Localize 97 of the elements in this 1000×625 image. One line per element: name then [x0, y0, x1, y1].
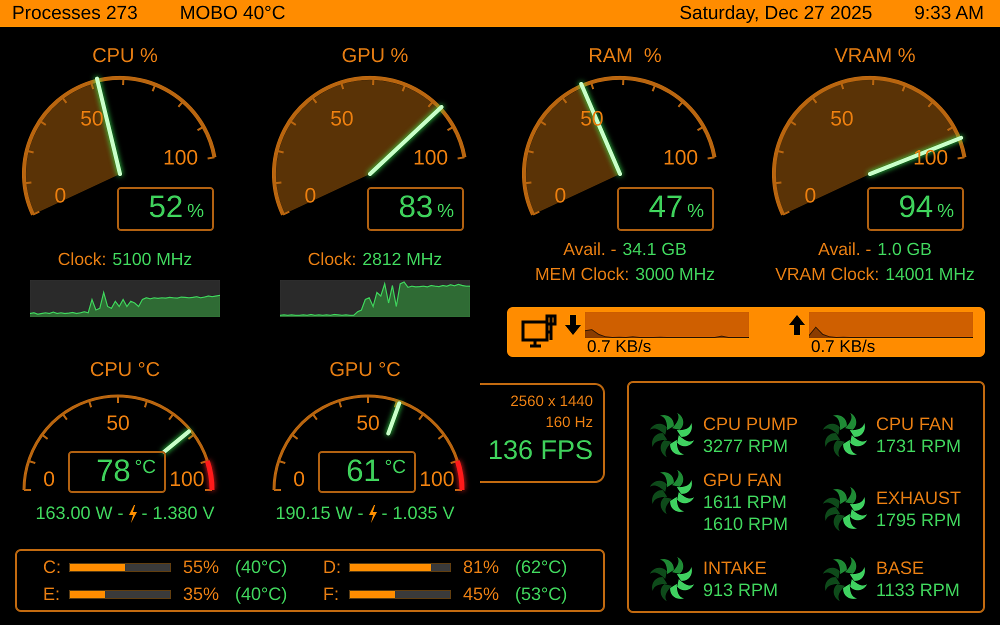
- readout-value: 47: [648, 189, 684, 225]
- usage-percent: 81%: [463, 556, 500, 578]
- fan-name: BASE: [876, 557, 926, 579]
- power-reading: 163.00 W -: [35, 503, 124, 524]
- voltage-reading: - 1.035 V: [382, 503, 455, 524]
- info-label: Clock:: [58, 248, 106, 271]
- upload-arrow-icon: [789, 315, 805, 335]
- fan-name: EXHAUST: [876, 487, 962, 509]
- tick-label: 100: [419, 468, 454, 491]
- process-count: Processes 273: [12, 2, 138, 24]
- fan-speed: 913 RPM: [703, 579, 778, 601]
- resolution-text: 2560 x 1440: [510, 393, 593, 410]
- drive-letter: F:: [323, 584, 340, 604]
- fan-speed: 1795 RPM: [876, 509, 962, 531]
- gauge-title: VRAM %: [834, 44, 916, 69]
- clock-time: 9:33 AM: [914, 2, 984, 24]
- tick-label: 50: [80, 108, 104, 131]
- fan-name: GPU FAN: [703, 469, 784, 491]
- drive-temperature: (40°C): [235, 584, 288, 604]
- readout-unit: °C: [134, 457, 156, 479]
- tick-label: 50: [356, 412, 380, 435]
- info-value: 2812 MHz: [362, 248, 442, 271]
- fan-icon: [649, 469, 695, 515]
- fan-icon: [822, 412, 868, 458]
- readout-unit: °C: [384, 457, 406, 479]
- power-reading: 190.15 W -: [275, 503, 364, 524]
- fan-speed: 1611 RPM: [703, 491, 788, 513]
- fan-icon: [822, 486, 868, 532]
- fan-icon: [649, 412, 695, 458]
- drive-temperature: (40°C): [235, 556, 288, 578]
- readout-unit: %: [687, 201, 704, 223]
- readout-unit: %: [187, 201, 204, 223]
- danger-zone: [205, 460, 214, 490]
- drive-temperature: (53°C): [515, 584, 568, 604]
- board-temperature: MOBO 40°C: [180, 2, 286, 24]
- gauge-title: GPU %: [342, 44, 408, 69]
- tick-label: 100: [169, 468, 204, 491]
- gauge-title: CPU %: [92, 44, 158, 69]
- info-value: 5100 MHz: [112, 248, 192, 271]
- fan-icon: [822, 556, 868, 602]
- tick-label: 0: [43, 468, 55, 491]
- tick-label: 100: [913, 146, 948, 170]
- readout-unit: %: [437, 201, 454, 223]
- info-value: 34.1 GB: [622, 238, 687, 261]
- refresh-rate: 160 Hz: [545, 414, 593, 431]
- drive-letter: C:: [43, 556, 62, 578]
- info-value: 3000 MHz: [635, 263, 716, 286]
- gauge-title: CPU °C: [90, 358, 160, 383]
- info-value: 1.0 GB: [877, 238, 932, 261]
- fan-speed: 3277 RPM: [703, 435, 790, 457]
- drive-letter: E:: [43, 584, 62, 604]
- usage-percent: 55%: [183, 556, 220, 578]
- readout-value: 94: [898, 189, 934, 225]
- fps-reading: 136 FPS: [488, 435, 593, 466]
- drive-letter: D:: [323, 556, 342, 578]
- tick-label: 0: [304, 184, 316, 208]
- tick-label: 0: [293, 468, 305, 491]
- fan-speed: 1610 RPM: [703, 513, 788, 535]
- tick-label: 50: [830, 108, 854, 131]
- lightning-icon: [128, 504, 138, 522]
- readout-value: 78: [96, 453, 131, 489]
- fan-icon: [649, 556, 695, 602]
- download-arrow-icon: [565, 315, 581, 335]
- info-label: Avail. -: [563, 238, 616, 261]
- tick-label: 50: [106, 412, 130, 435]
- tick-label: 100: [413, 146, 448, 170]
- danger-zone: [455, 460, 464, 490]
- usage-percent: 45%: [463, 584, 500, 604]
- info-label: VRAM Clock:: [775, 263, 880, 286]
- lightning-icon: [368, 504, 378, 522]
- gauge-title: GPU °C: [329, 358, 401, 383]
- tick-label: 100: [163, 146, 198, 170]
- info-label: MEM Clock:: [534, 263, 630, 286]
- info-value: 14001 MHz: [885, 263, 975, 286]
- download-rate: 0.7 KB/s: [587, 338, 652, 356]
- fan-name: INTAKE: [703, 557, 768, 579]
- fan-name: CPU PUMP: [703, 413, 798, 435]
- fan-speed: 1133 RPM: [876, 579, 960, 601]
- tick-label: 0: [804, 184, 816, 208]
- upload-rate: 0.7 KB/s: [811, 338, 876, 356]
- usage-percent: 35%: [183, 584, 220, 604]
- tick-label: 0: [554, 184, 566, 208]
- readout-value: 52: [148, 189, 184, 225]
- readout-value: 83: [398, 189, 434, 225]
- tick-label: 100: [663, 146, 698, 170]
- gauge-title: RAM %: [588, 44, 662, 69]
- info-label: Avail. -: [818, 238, 872, 261]
- tick-label: 0: [54, 184, 66, 208]
- readout-value: 61: [346, 453, 381, 489]
- fan-speed: 1731 RPM: [876, 435, 962, 457]
- fan-name: CPU FAN: [876, 413, 956, 435]
- date-text: Saturday, Dec 27 2025: [679, 2, 872, 24]
- tick-label: 50: [330, 108, 354, 131]
- readout-unit: %: [937, 201, 954, 223]
- info-label: Clock:: [308, 248, 356, 271]
- drive-temperature: (62°C): [515, 556, 568, 578]
- voltage-reading: - 1.380 V: [142, 503, 215, 524]
